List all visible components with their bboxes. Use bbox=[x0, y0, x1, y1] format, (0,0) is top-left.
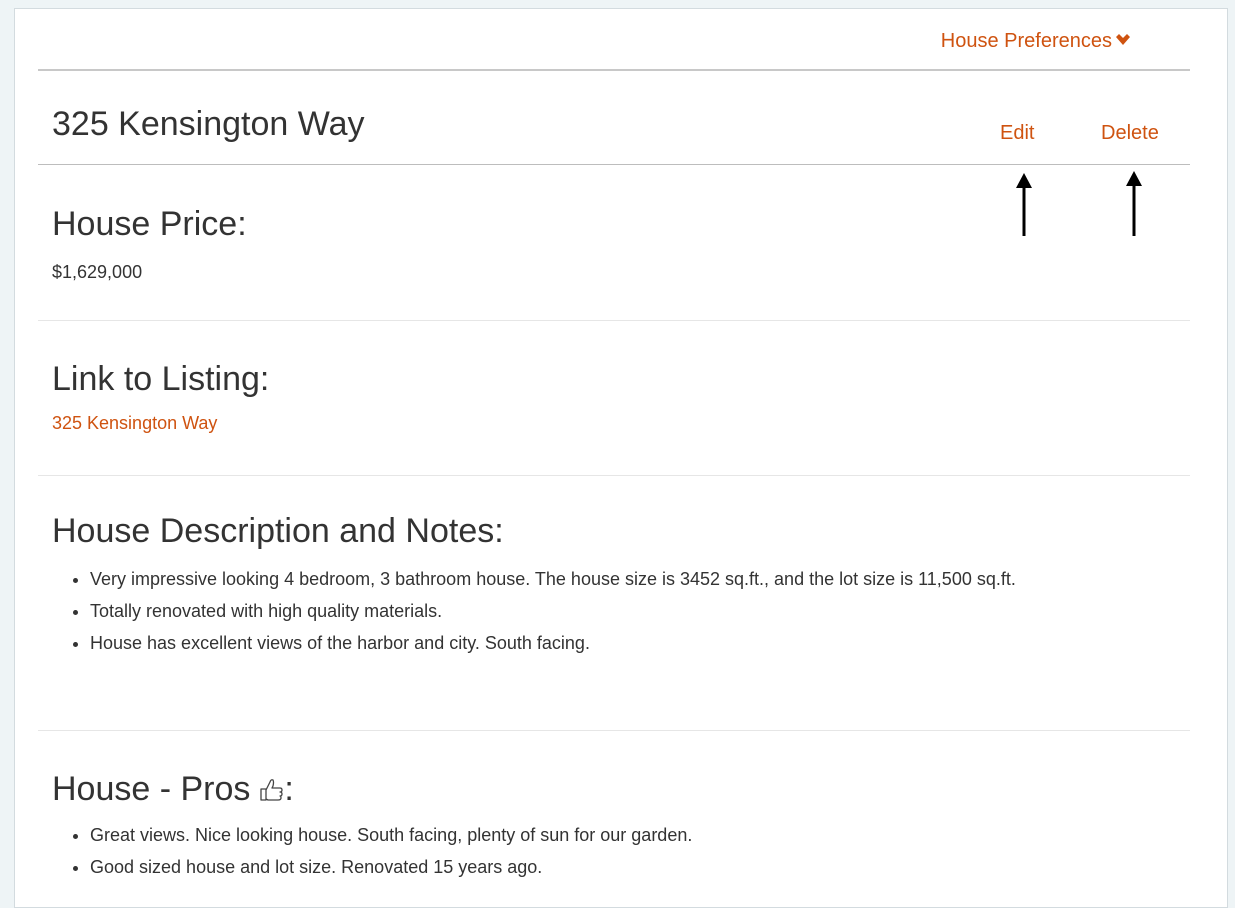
section-divider bbox=[38, 730, 1190, 731]
description-heading: House Description and Notes: bbox=[52, 512, 504, 550]
thumbs-up-icon bbox=[258, 772, 284, 811]
list-item: House has excellent views of the harbor … bbox=[90, 630, 1220, 656]
edit-link[interactable]: Edit bbox=[1000, 122, 1034, 145]
list-item: Totally renovated with high quality mate… bbox=[90, 598, 1220, 624]
delete-link[interactable]: Delete bbox=[1101, 122, 1159, 145]
pros-heading-suffix: : bbox=[284, 770, 294, 808]
house-preferences-dropdown[interactable]: House Preferences bbox=[941, 30, 1131, 53]
listing-heading: Link to Listing: bbox=[52, 360, 270, 398]
section-divider bbox=[38, 475, 1190, 476]
header-divider bbox=[38, 69, 1190, 71]
title-divider bbox=[38, 164, 1190, 165]
arrow-up-icon bbox=[1126, 171, 1142, 236]
pros-heading-text: House - Pros bbox=[52, 770, 251, 808]
price-value: $1,629,000 bbox=[52, 262, 143, 282]
house-title: 325 Kensington Way bbox=[52, 105, 365, 143]
house-preferences-label: House Preferences bbox=[940, 30, 1112, 52]
list-item: Very impressive looking 4 bedroom, 3 bat… bbox=[90, 566, 1220, 592]
chevron-down-icon bbox=[1112, 30, 1131, 53]
arrow-up-icon bbox=[1016, 173, 1032, 236]
listing-link[interactable]: 325 Kensington Way bbox=[52, 413, 217, 434]
pros-list: Great views. Nice looking house. South f… bbox=[52, 822, 1220, 886]
list-item: Good sized house and lot size. Renovated… bbox=[90, 854, 1220, 880]
description-list: Very impressive looking 4 bedroom, 3 bat… bbox=[52, 566, 1220, 662]
price-heading: House Price: bbox=[52, 205, 247, 243]
list-item: Great views. Nice looking house. South f… bbox=[90, 822, 1220, 848]
section-divider bbox=[38, 320, 1190, 321]
pros-heading: House - Pros : bbox=[52, 770, 294, 811]
